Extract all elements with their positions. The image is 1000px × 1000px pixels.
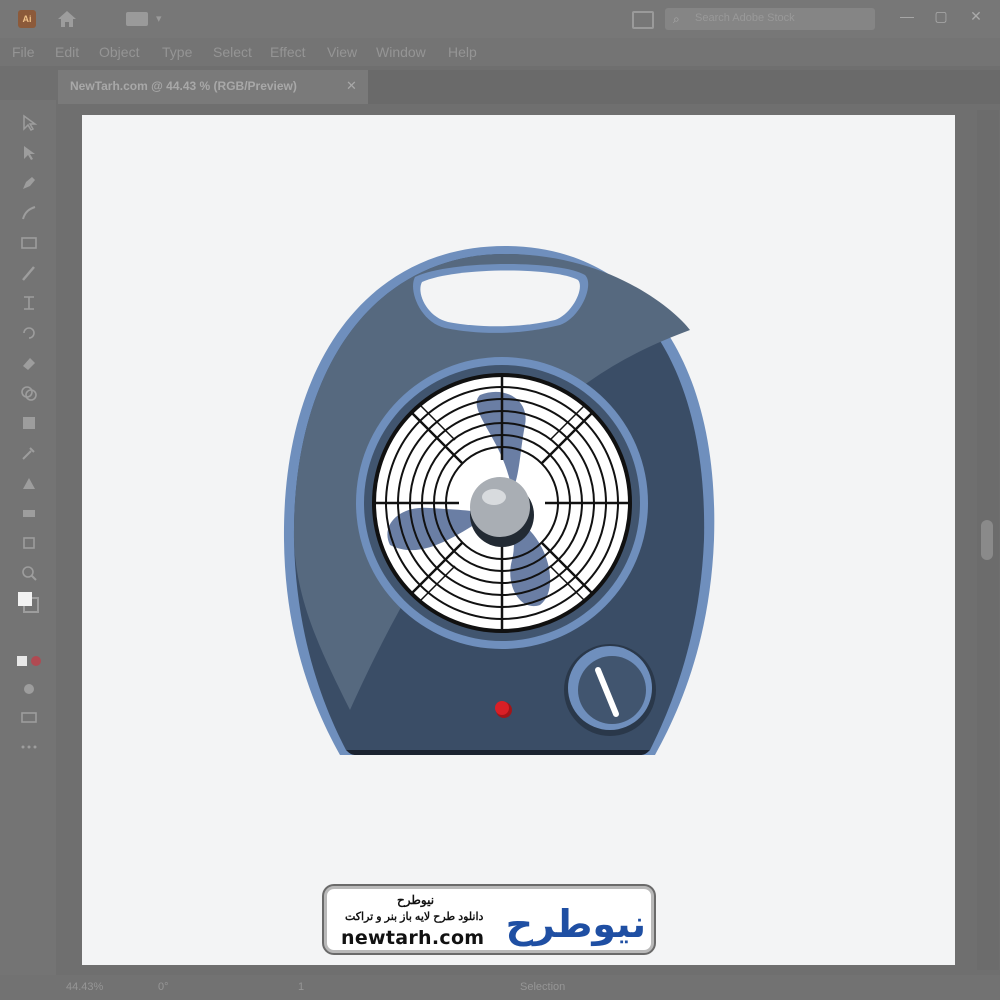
zoom-tool-icon[interactable] [16, 562, 42, 584]
draw-mode-icon[interactable] [16, 678, 42, 700]
zoom-level[interactable]: 44.43% [66, 981, 103, 993]
watermark-name: نیوطرح [397, 893, 435, 907]
menu-effect[interactable]: Effect [270, 44, 306, 60]
document-tab-title: NewTarh.com @ 44.43 % (RGB/Preview) [70, 79, 297, 93]
close-icon[interactable]: ✕ [346, 78, 357, 94]
scrollbar-thumb[interactable] [981, 520, 993, 560]
app-logo: Ai [18, 10, 36, 28]
application-bar: Ai ▾ ⌕ Search Adobe Stock — ▢ ✕ [0, 0, 1000, 38]
maximize-button[interactable]: ▢ [931, 6, 951, 26]
menu-view[interactable]: View [327, 44, 357, 60]
curvature-tool-icon[interactable] [16, 202, 42, 224]
search-placeholder: Search Adobe Stock [695, 12, 795, 24]
eyedropper-tool-icon[interactable] [16, 442, 42, 464]
fill-stroke-swatch[interactable] [16, 592, 42, 614]
watermark-url: newtarh.com [341, 927, 485, 949]
status-bar: 44.43% 0° 1 Selection [0, 975, 1000, 1000]
menu-file[interactable]: File [12, 44, 35, 60]
watermark-badge: نیوطرح دانلود طرح لایه باز بنر و تراکت n… [324, 886, 654, 953]
tool-mode: Selection [520, 981, 566, 993]
watermark-logo-text: نیوطرح [506, 902, 646, 946]
direct-selection-tool-icon[interactable] [16, 142, 42, 164]
menu-edit[interactable]: Edit [55, 44, 79, 60]
shape-builder-tool-icon[interactable] [16, 382, 42, 404]
fan-heater-illustration [280, 240, 730, 760]
chevron-down-icon: ▾ [156, 13, 162, 25]
document-tab[interactable]: NewTarh.com @ 44.43 % (RGB/Preview) ✕ [58, 70, 368, 104]
rectangle-tool-icon[interactable] [16, 232, 42, 254]
artboard-number[interactable]: 1 [298, 981, 304, 993]
menu-help[interactable]: Help [448, 44, 477, 60]
blend-tool-icon[interactable] [16, 472, 42, 494]
menu-window[interactable]: Window [376, 44, 426, 60]
tools-panel [0, 100, 56, 1000]
rotate-tool-icon[interactable] [16, 322, 42, 344]
workspace-switcher[interactable]: ▾ [126, 12, 166, 26]
selection-tool-icon[interactable] [16, 112, 42, 134]
eraser-tool-icon[interactable] [16, 352, 42, 374]
menu-object[interactable]: Object [99, 44, 139, 60]
artboard-tool-icon[interactable] [16, 532, 42, 554]
color-mode-icon[interactable] [16, 650, 42, 672]
arrange-documents-icon[interactable] [632, 11, 654, 29]
watermark-tagline: دانلود طرح لایه باز بنر و تراکت [345, 911, 484, 923]
close-button[interactable]: ✕ [966, 6, 986, 26]
vertical-scrollbar[interactable] [977, 110, 999, 970]
menu-type[interactable]: Type [162, 44, 192, 60]
search-icon: ⌕ [673, 12, 680, 26]
gradient-tool-icon[interactable] [16, 412, 42, 434]
pen-tool-icon[interactable] [16, 172, 42, 194]
symbol-sprayer-tool-icon[interactable] [16, 502, 42, 524]
home-icon[interactable] [56, 9, 78, 29]
search-field[interactable]: ⌕ Search Adobe Stock [665, 8, 875, 30]
screen-mode-icon[interactable] [16, 706, 42, 728]
menu-bar: File Edit Object Type Select Effect View… [0, 38, 1000, 66]
paintbrush-tool-icon[interactable] [16, 262, 42, 284]
watermark-logo: نیوطرح [506, 902, 646, 946]
minimize-button[interactable]: — [897, 6, 917, 26]
width-tool-icon[interactable] [16, 292, 42, 314]
rotate-view[interactable]: 0° [158, 981, 169, 993]
document-tab-bar: NewTarh.com @ 44.43 % (RGB/Preview) ✕ [58, 70, 1000, 104]
more-tools-icon[interactable] [16, 736, 42, 758]
workspace-grid-icon [126, 12, 148, 26]
menu-select[interactable]: Select [213, 44, 252, 60]
